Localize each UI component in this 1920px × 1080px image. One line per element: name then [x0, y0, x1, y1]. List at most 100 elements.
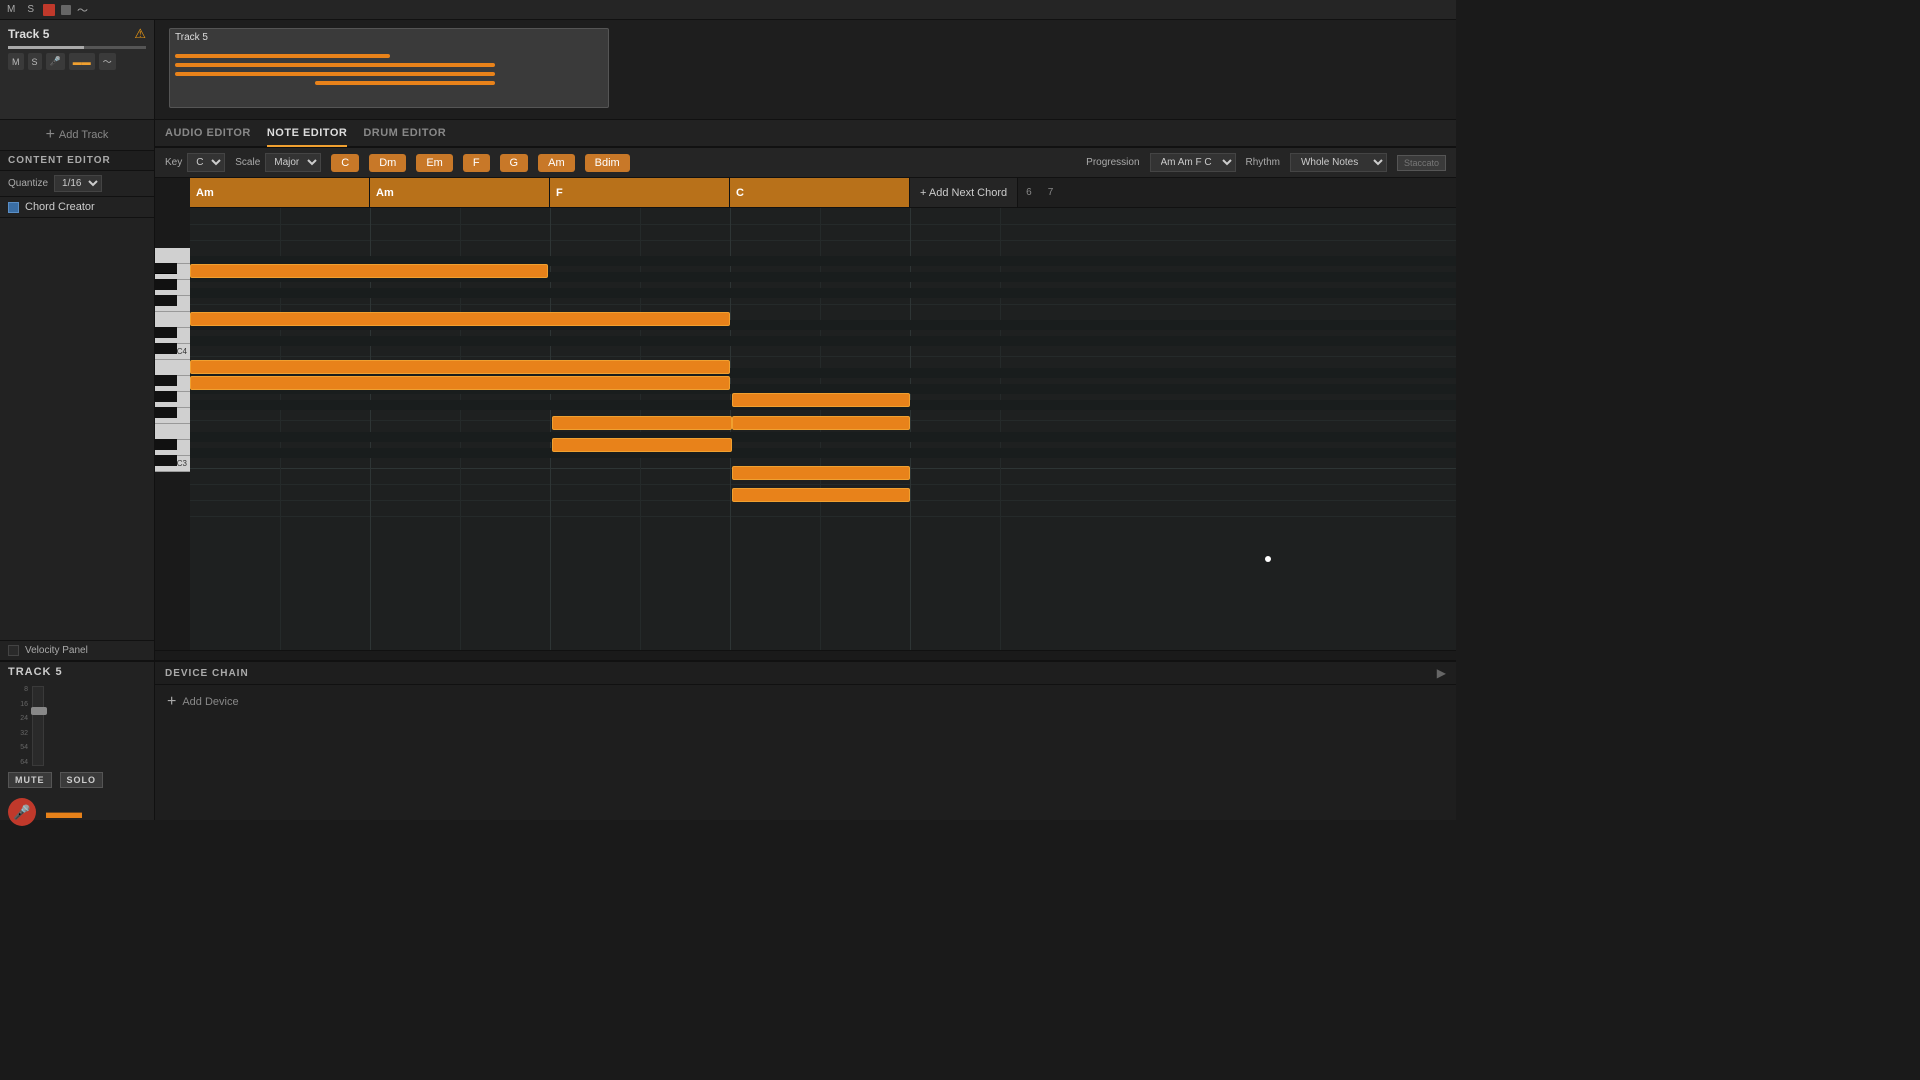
key-Ab4[interactable]	[155, 279, 177, 290]
add-track-area[interactable]: + Add Track	[0, 120, 154, 151]
key-Bb3[interactable]	[155, 375, 177, 386]
clip-preview	[175, 49, 603, 99]
device-chain-area: DEVICE CHAIN ▶ + Add Device	[155, 662, 1456, 820]
solo-button[interactable]: SOLO	[60, 772, 104, 788]
note-C4-F[interactable]	[552, 416, 732, 430]
progression-select[interactable]: Am Am F C C G Am F	[1150, 153, 1236, 172]
content-editor-label: CONTENT EDITOR	[0, 151, 154, 171]
grid-h-9	[190, 356, 1456, 357]
chord-btn-C[interactable]: C	[331, 154, 359, 172]
chord-creator-label: Chord Creator	[25, 201, 95, 213]
chord-segment-Am2[interactable]: Am	[370, 178, 550, 207]
warning-icon: ⚠	[134, 26, 146, 42]
staccato-toggle[interactable]: Staccato	[1397, 155, 1446, 171]
note-E3-C[interactable]	[732, 488, 910, 502]
rhythm-select[interactable]: Whole Notes Half Notes Quarter Notes	[1290, 153, 1387, 172]
tab-audio[interactable]: AUDIO EDITOR	[165, 121, 251, 147]
chord-segment-C[interactable]: C	[730, 178, 910, 207]
track-clip-label: Track 5	[175, 32, 208, 43]
note-A3-F[interactable]	[552, 438, 732, 452]
clip-line-1	[175, 54, 390, 58]
waveform-icon: 〜	[77, 2, 88, 18]
chord-creator-checkbox[interactable]	[8, 202, 19, 213]
key-B4[interactable]	[155, 248, 190, 264]
grid-v-sub-5	[1000, 208, 1001, 650]
bottom-area: TRACK 5 8 16 24 32 54 64 MUTE SOLO 🎤 ▬▬	[0, 660, 1456, 820]
key-Db3[interactable]	[155, 455, 177, 466]
scale-select[interactable]: Major Minor	[265, 153, 321, 172]
note-E4[interactable]	[190, 264, 548, 278]
note-C4-C[interactable]	[732, 416, 910, 430]
key-select[interactable]: C D E F G A B	[187, 153, 225, 172]
chord-btn-F[interactable]: F	[463, 154, 490, 172]
volume-fill	[8, 46, 84, 49]
volume-bar[interactable]	[8, 46, 146, 49]
chord-segment-F[interactable]: F	[550, 178, 730, 207]
piano-roll-container: Am Am F C + Add Next Chord 6 7	[155, 178, 1456, 660]
key-E4[interactable]	[155, 312, 190, 328]
eq-ctrl-btn[interactable]: ▬▬	[69, 53, 95, 70]
s-button[interactable]: S	[24, 3, 37, 16]
fader-knob[interactable]	[31, 707, 47, 715]
key-B3[interactable]	[155, 360, 190, 376]
add-device-btn[interactable]: + Add Device	[155, 685, 1456, 719]
mic-ctrl-btn[interactable]: 🎤	[46, 53, 65, 70]
clip-line-3	[175, 72, 495, 76]
note-C4[interactable]	[190, 312, 730, 326]
rhythm-label: Rhythm	[1246, 157, 1280, 168]
grid-h-14	[190, 436, 1456, 437]
chord-segment-Am1[interactable]: Am	[190, 178, 370, 207]
chord-btn-Dm[interactable]: Dm	[369, 154, 406, 172]
tab-drum[interactable]: DRUM EDITOR	[363, 121, 446, 147]
key-Ab3[interactable]	[155, 391, 177, 402]
record-button[interactable]: 🎤	[8, 798, 36, 826]
fader-area: 8 16 24 32 54 64	[8, 686, 146, 766]
chord-btn-Am[interactable]: Am	[538, 154, 575, 172]
grid-h-6	[190, 304, 1456, 305]
clip-line-5	[315, 81, 395, 85]
wave-ctrl-btn[interactable]: 〜	[99, 53, 116, 70]
device-chain-header: DEVICE CHAIN ▶	[155, 662, 1456, 685]
velocity-panel-checkbox[interactable]	[8, 645, 19, 656]
key-Eb4[interactable]	[155, 327, 177, 338]
chord-btn-G[interactable]: G	[500, 154, 529, 172]
s-ctrl-btn[interactable]: S	[28, 53, 42, 70]
eq-button[interactable]: ▬▬	[46, 798, 82, 826]
track-title: Track 5	[8, 27, 49, 41]
h-scrollbar[interactable]	[155, 650, 1456, 660]
track-bottom-sidebar: TRACK 5 8 16 24 32 54 64 MUTE SOLO 🎤 ▬▬	[0, 662, 155, 820]
key-Gb4[interactable]	[155, 295, 177, 306]
quantize-select[interactable]: 1/16 1/8 1/4	[54, 175, 102, 192]
piano-keys-spacer	[155, 178, 190, 208]
fader-track[interactable]	[32, 686, 44, 766]
chord-btn-Em[interactable]: Em	[416, 154, 453, 172]
key-Db4[interactable]	[155, 343, 177, 354]
m-ctrl-btn[interactable]: M	[8, 53, 24, 70]
grid-h-19	[190, 516, 1456, 517]
chord-btn-Bdim[interactable]: Bdim	[585, 154, 630, 172]
note-A3[interactable]	[190, 360, 730, 374]
piano-keys: C4 C3	[155, 208, 190, 650]
quantize-row: Quantize 1/16 1/8 1/4	[0, 171, 154, 197]
m-button[interactable]: M	[4, 3, 18, 16]
expand-icon[interactable]: ▶	[1437, 666, 1446, 680]
mute-button[interactable]: MUTE	[8, 772, 52, 788]
grid-h-3	[190, 256, 1456, 257]
note-E3[interactable]	[190, 376, 730, 390]
black-key-row-10	[190, 448, 1456, 458]
key-Gb3[interactable]	[155, 407, 177, 418]
grid-v-2	[550, 208, 551, 650]
fader-label-24: 24	[8, 715, 28, 722]
note-E4-C[interactable]	[732, 393, 910, 407]
grid-area[interactable]	[190, 208, 1456, 650]
tab-note[interactable]: NOTE EDITOR	[267, 121, 347, 147]
note-G3-C[interactable]	[732, 466, 910, 480]
fader-label-8: 8	[8, 686, 28, 693]
key-Bb4[interactable]	[155, 263, 177, 274]
track-header: Track 5 ⚠ M S 🎤 ▬▬ 〜	[0, 20, 154, 120]
track-clip[interactable]: Track 5	[169, 28, 609, 108]
key-E3[interactable]	[155, 424, 190, 440]
key-Eb3[interactable]	[155, 439, 177, 450]
add-chord-btn[interactable]: + Add Next Chord	[910, 178, 1018, 207]
mute-solo-row: MUTE SOLO	[8, 772, 146, 788]
